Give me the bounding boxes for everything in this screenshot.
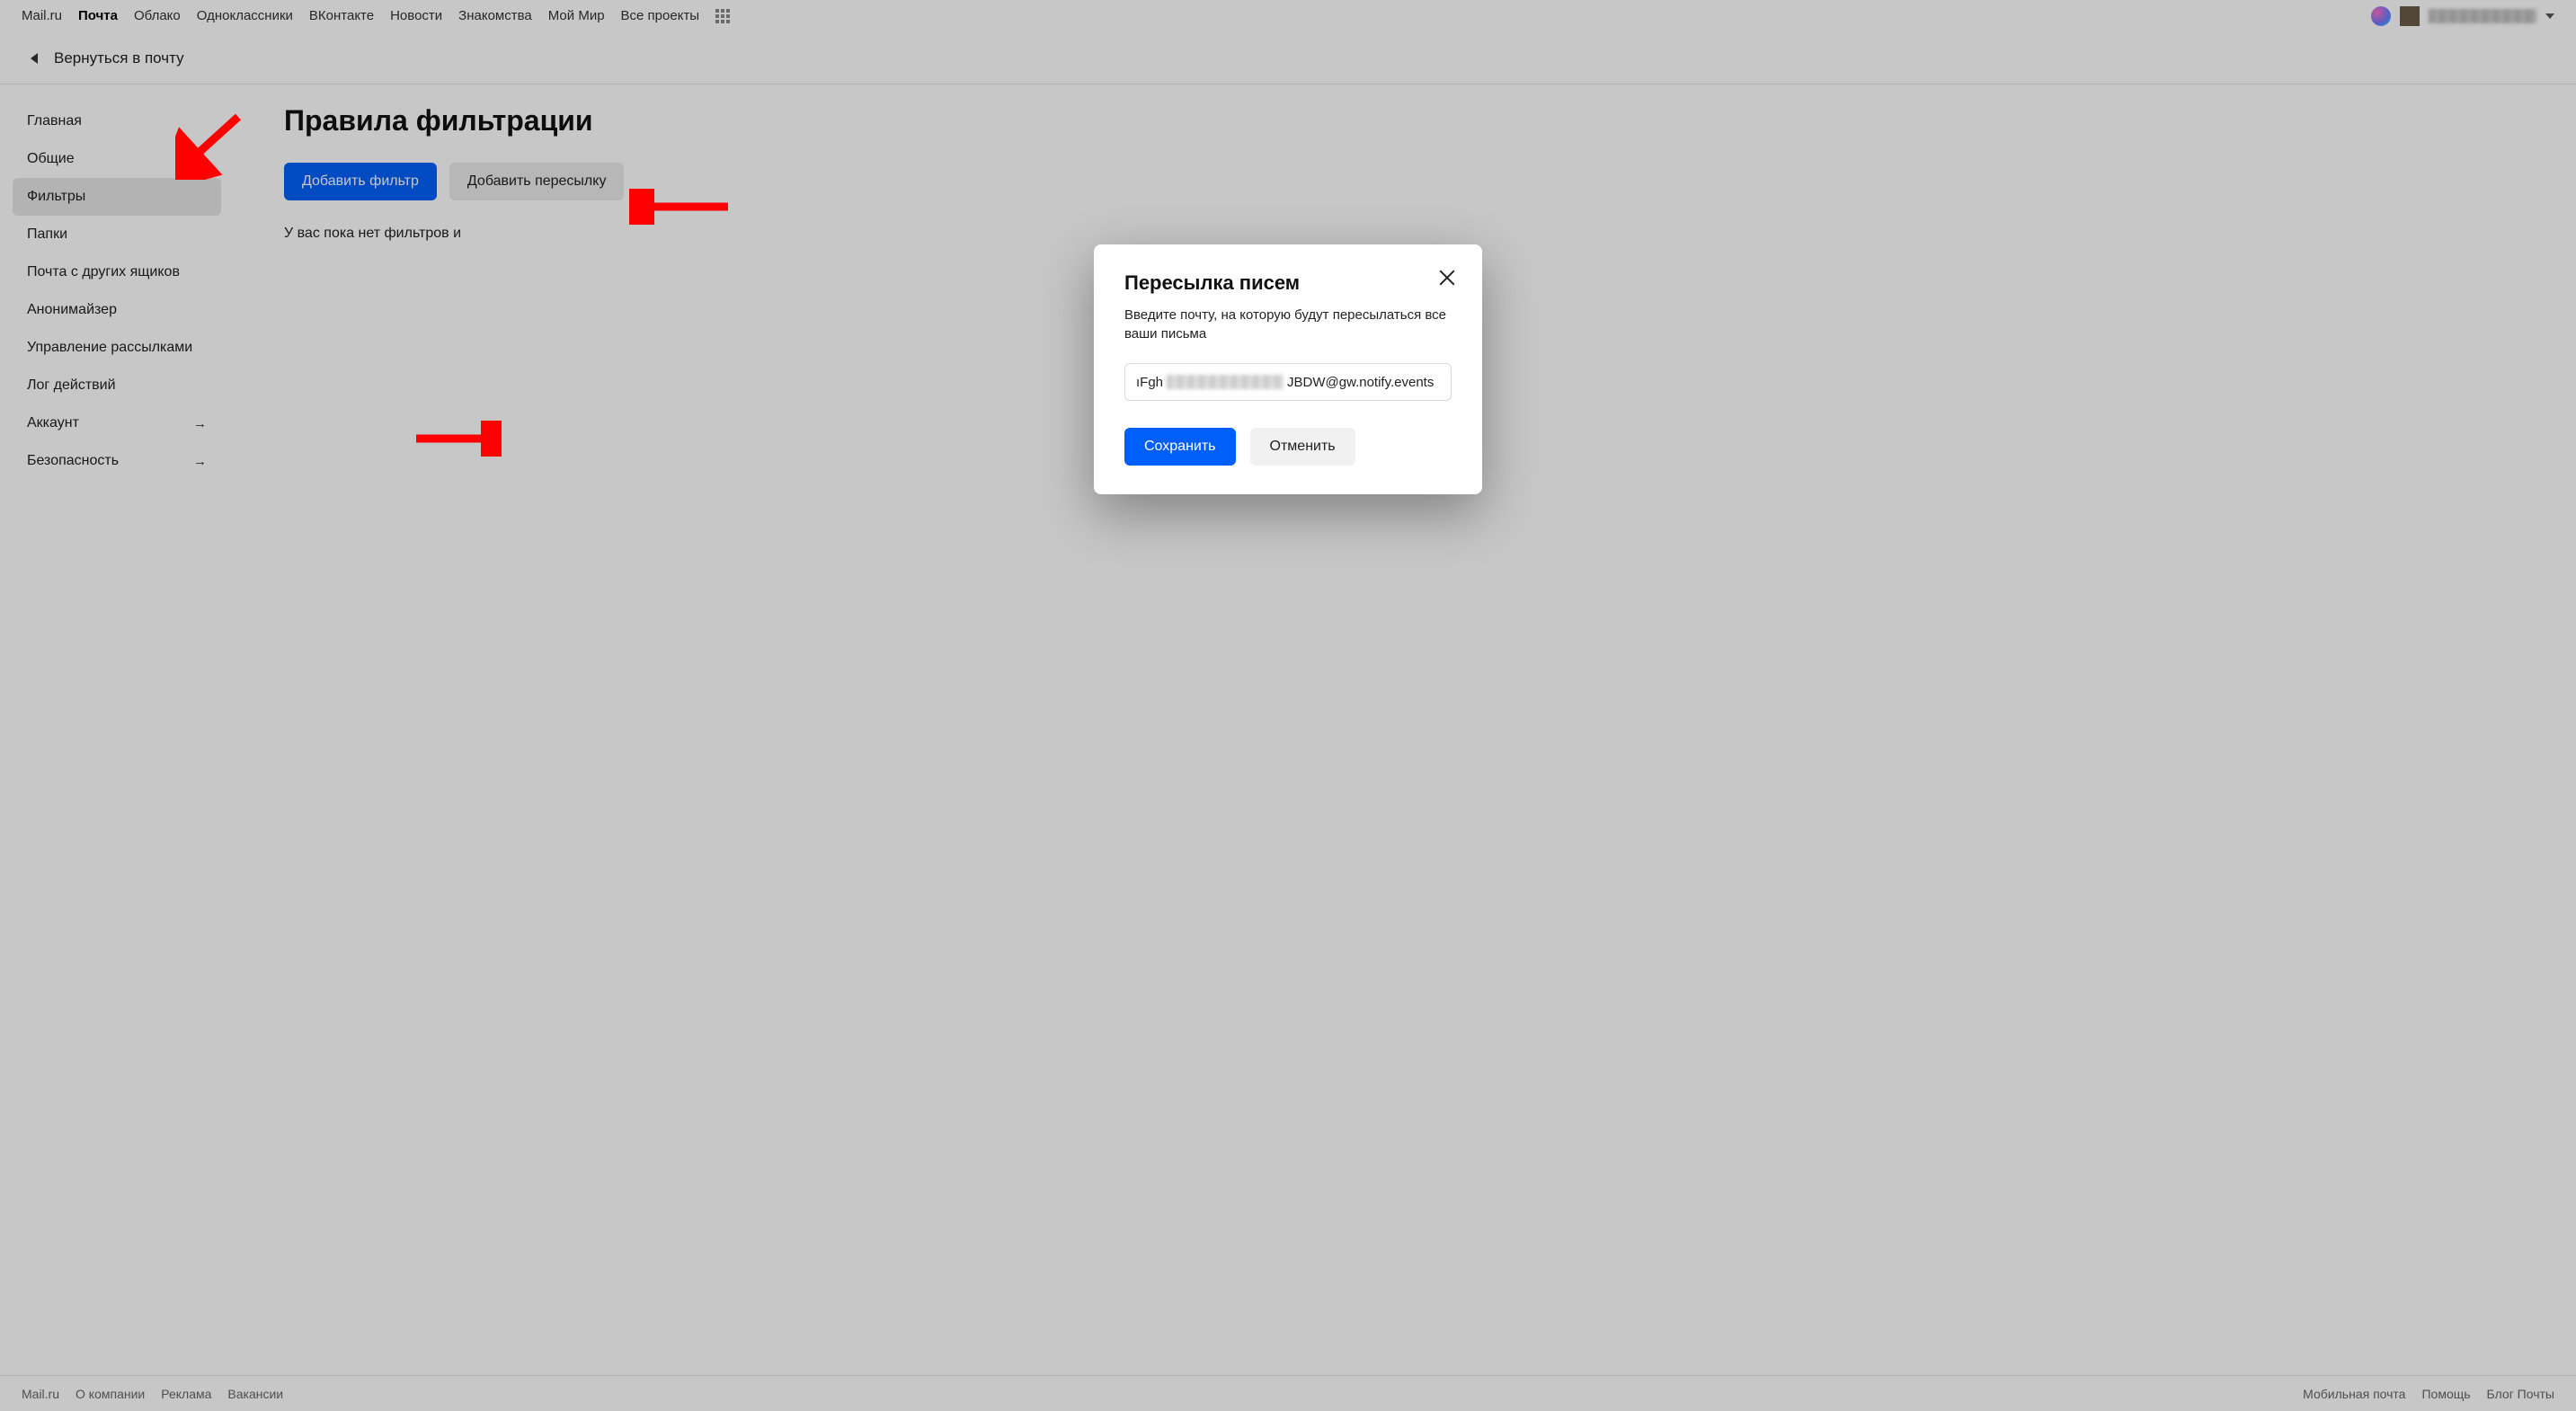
- input-blurred-middle: [1167, 375, 1284, 389]
- input-suffix: JBDW@gw.notify.events: [1287, 375, 1434, 390]
- cancel-button[interactable]: Отменить: [1250, 428, 1355, 466]
- forwarding-modal: Пересылка писем Введите почту, на котору…: [1094, 244, 1482, 494]
- close-icon[interactable]: [1437, 268, 1457, 288]
- modal-description: Введите почту, на которую будут пересыла…: [1124, 306, 1452, 343]
- forward-email-input[interactable]: ıFgh JBDW@gw.notify.events: [1124, 363, 1452, 401]
- input-prefix: ıFgh: [1136, 375, 1163, 390]
- modal-backdrop[interactable]: [0, 0, 2576, 1411]
- modal-title: Пересылка писем: [1124, 271, 1452, 295]
- save-button[interactable]: Сохранить: [1124, 428, 1236, 466]
